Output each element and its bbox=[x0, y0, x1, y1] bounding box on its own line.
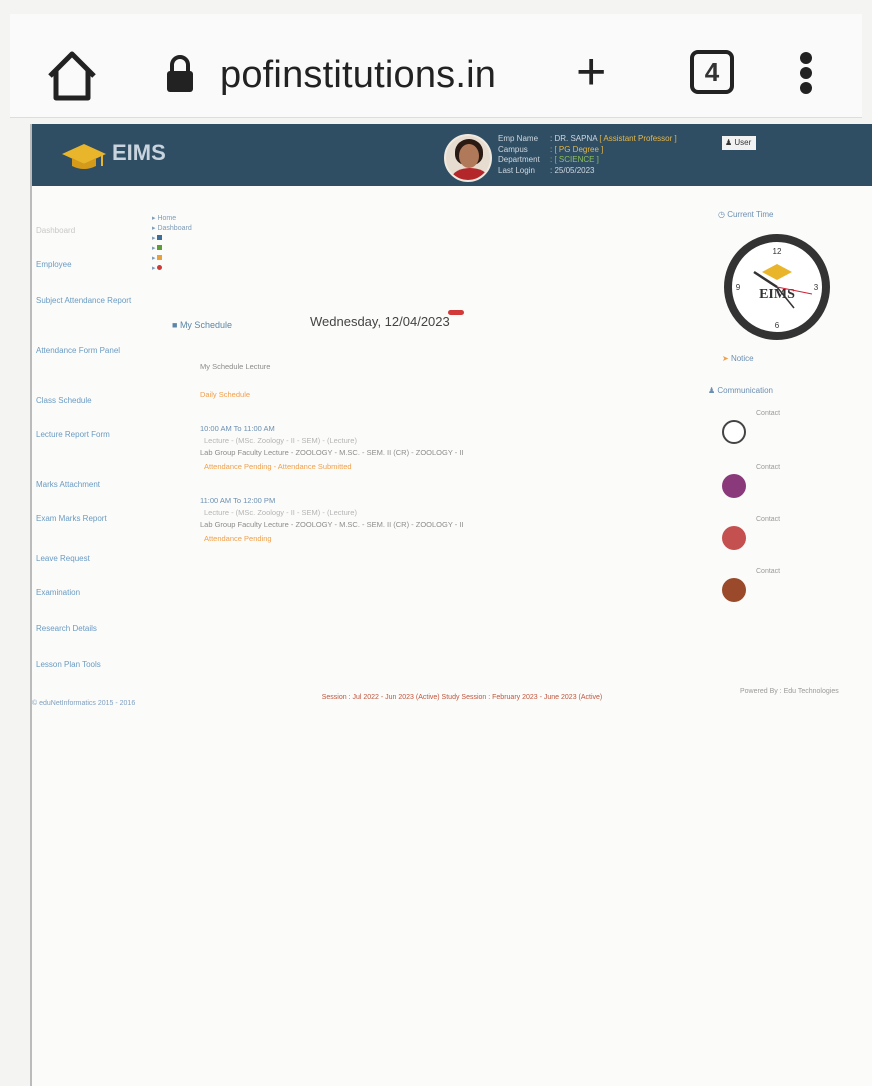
graduation-cap-icon bbox=[62, 144, 106, 169]
sidebar-item-employee[interactable]: Employee bbox=[36, 260, 72, 270]
my-schedule-heading: ■ My Schedule bbox=[172, 320, 232, 330]
browser-toolbar: pofinstitutions.in + 4 bbox=[10, 14, 862, 118]
android-icon[interactable]: ▸ bbox=[152, 244, 192, 254]
sidebar-item-subject-attendance-report[interactable]: Subject Attendance Report bbox=[36, 296, 146, 306]
sidebar-item-attendance-form-panel[interactable]: Attendance Form Panel bbox=[36, 346, 136, 356]
svg-text:3: 3 bbox=[814, 283, 819, 292]
help-icon[interactable]: ▸ bbox=[152, 264, 192, 274]
user-info: Emp Name: DR. SAPNA [ Assistant Professo… bbox=[498, 134, 677, 175]
attendance-link-2[interactable]: Attendance Pending bbox=[204, 534, 272, 543]
contact-item[interactable]: Contact bbox=[722, 410, 842, 450]
clock-title: ◷ Current Time bbox=[718, 210, 774, 219]
folder-icon[interactable]: ▸ bbox=[152, 254, 192, 264]
lecture-detail-2: Lab Group Faculty Lecture - ZOOLOGY - M.… bbox=[200, 520, 464, 529]
contact-item[interactable]: Contact bbox=[722, 568, 842, 608]
contact-avatar-icon bbox=[722, 474, 746, 498]
breadcrumb-home[interactable]: ▸ Home bbox=[152, 214, 192, 224]
footer-powered-by: Powered By : Edu Technologies bbox=[740, 688, 839, 695]
clock-face-icon: 12369 EIMS bbox=[736, 247, 819, 330]
contact-avatar-icon bbox=[722, 420, 746, 444]
svg-text:6: 6 bbox=[775, 321, 780, 330]
app-logo: EIMS bbox=[112, 140, 166, 165]
sidebar-item-research-details[interactable]: Research Details bbox=[36, 624, 97, 634]
sidebar-item-lecture-report-form[interactable]: Lecture Report Form bbox=[36, 430, 116, 440]
communication-heading: ♟ Communication bbox=[708, 386, 773, 395]
lecture-info-2: Lecture - (MSc. Zoology - II - SEM) - (L… bbox=[204, 508, 357, 517]
new-tab-icon[interactable]: + bbox=[576, 46, 606, 98]
contact-avatar-icon bbox=[722, 526, 746, 550]
user-icon[interactable]: ▸ bbox=[152, 234, 192, 244]
notice-link[interactable]: ➤ Notice bbox=[722, 354, 754, 363]
attendance-link-1[interactable]: Attendance Pending - Attendance Submitte… bbox=[204, 462, 352, 471]
app-header: EIMS Emp Name: DR. SAPNA [ Assistant Pro… bbox=[32, 124, 872, 186]
more-menu-icon[interactable] bbox=[800, 52, 814, 94]
contact-item[interactable]: Contact bbox=[722, 516, 842, 556]
web-page: EIMS Emp Name: DR. SAPNA [ Assistant Pro… bbox=[30, 124, 872, 1086]
breadcrumb: ▸ Home ▸ Dashboard ▸ ▸ ▸ ▸ bbox=[152, 214, 192, 274]
sidebar-item-dashboard[interactable]: Dashboard bbox=[36, 226, 75, 236]
footer-session: Session : Jul 2022 - Jun 2023 (Active) S… bbox=[321, 694, 603, 701]
lecture-info-1: Lecture - (MSc. Zoology - II - SEM) - (L… bbox=[204, 436, 357, 445]
sidebar-item-leave-request[interactable]: Leave Request bbox=[36, 554, 90, 564]
breadcrumb-dashboard[interactable]: ▸ Dashboard bbox=[152, 224, 192, 234]
schedule-date: Wednesday, 12/04/2023 bbox=[310, 314, 450, 329]
sidebar-item-marks-attachment[interactable]: Marks Attachment bbox=[36, 480, 100, 490]
user-menu-button[interactable]: ♟ User bbox=[722, 136, 756, 150]
lecture-detail-1: Lab Group Faculty Lecture - ZOOLOGY - M.… bbox=[200, 448, 464, 457]
contact-item[interactable]: Contact bbox=[722, 464, 842, 504]
svg-text:9: 9 bbox=[736, 283, 741, 292]
avatar bbox=[444, 134, 492, 182]
schedule-subtitle: My Schedule Lecture bbox=[200, 362, 271, 371]
lecture-time-2: 11:00 AM To 12:00 PM bbox=[200, 496, 276, 505]
address-bar[interactable]: pofinstitutions.in bbox=[220, 54, 496, 97]
alert-badge bbox=[448, 310, 464, 315]
lecture-time-1: 10:00 AM To 11:00 AM bbox=[200, 424, 275, 433]
svg-text:12: 12 bbox=[773, 247, 782, 256]
sidebar-item-exam-marks-report[interactable]: Exam Marks Report bbox=[36, 514, 107, 524]
lock-icon bbox=[167, 55, 193, 92]
footer-copyright: © eduNetInformatics 2015 - 2016 bbox=[32, 700, 136, 707]
tabs-button[interactable]: 4 bbox=[690, 50, 734, 94]
sidebar-item-lesson-plan-tools[interactable]: Lesson Plan Tools bbox=[36, 660, 101, 670]
analog-clock: 12 3 6 9 EIMS bbox=[724, 234, 830, 340]
home-icon[interactable] bbox=[44, 48, 100, 104]
sidebar-item-examination[interactable]: Examination bbox=[36, 588, 80, 598]
contact-avatar-icon bbox=[722, 578, 746, 602]
daily-schedule-label: Daily Schedule bbox=[200, 390, 251, 399]
sidebar-item-class-schedule[interactable]: Class Schedule bbox=[36, 396, 92, 406]
